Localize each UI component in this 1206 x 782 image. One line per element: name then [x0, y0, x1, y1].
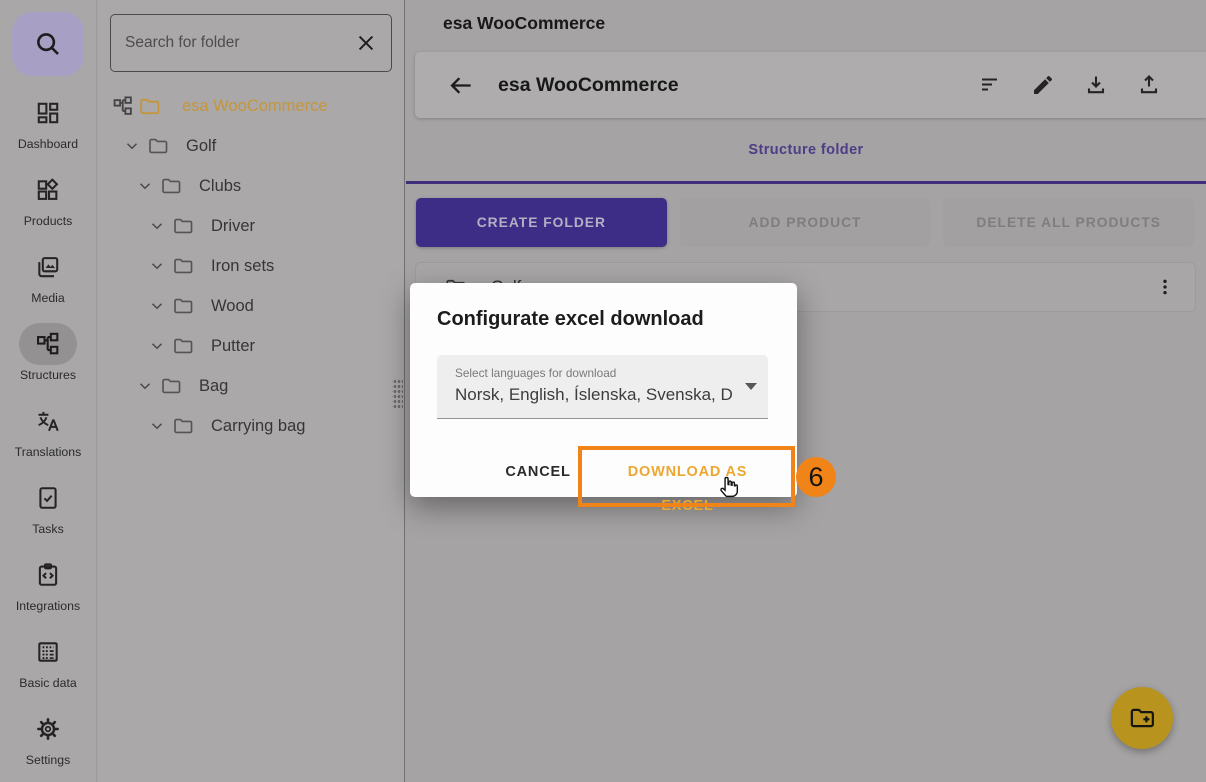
create-folder-fab[interactable]	[1111, 687, 1173, 749]
tree-item[interactable]: Wood	[98, 286, 404, 326]
sidebar-item-translations[interactable]: Translations	[15, 400, 82, 459]
chevron-down-icon[interactable]	[148, 297, 166, 315]
sidebar-item-label: Dashboard	[18, 137, 78, 151]
download-icon[interactable]	[1084, 73, 1108, 97]
folder-icon	[172, 335, 194, 357]
tree-item-label: Driver	[211, 217, 255, 236]
tree-item-label: Bag	[199, 377, 228, 396]
tree-item-label: Carrying bag	[211, 417, 305, 436]
tree-item[interactable]: Carrying bag	[98, 406, 404, 446]
sidebar-item-label: Translations	[15, 445, 82, 459]
tree-item[interactable]: Putter	[98, 326, 404, 366]
sidebar-item-label: Structures	[20, 368, 76, 382]
chevron-down-icon[interactable]	[148, 217, 166, 235]
tree-item-label: Putter	[211, 337, 255, 356]
sidebar-item-label: Settings	[26, 753, 70, 767]
close-icon[interactable]	[355, 32, 377, 54]
tree-item[interactable]: Clubs	[98, 166, 404, 206]
integrations-icon	[35, 562, 61, 588]
chevron-down-icon[interactable]	[148, 337, 166, 355]
sidebar-item-label: Tasks	[32, 522, 63, 536]
folder-search-input[interactable]	[125, 34, 355, 52]
create-folder-button[interactable]: CREATE FOLDER	[416, 198, 667, 247]
language-select[interactable]: Select languages for download Norsk, Eng…	[437, 355, 768, 419]
back-button[interactable]	[447, 72, 474, 99]
sidebar-item-label: Media	[31, 291, 65, 305]
page-title: esa WooCommerce	[443, 13, 605, 34]
folder-icon	[160, 375, 182, 397]
sidebar-item-settings[interactable]: Settings	[19, 708, 77, 767]
structures-icon	[112, 95, 134, 117]
folder-search-box	[110, 14, 392, 72]
delete-all-products-button[interactable]: DELETE ALL PRODUCTS	[943, 198, 1194, 247]
tab-bar: Structure folder	[406, 118, 1206, 181]
structure-toolbar: esa WooCommerce	[415, 52, 1206, 118]
create-folder-icon	[1128, 704, 1156, 732]
sidebar-item-basic-data[interactable]: Basic data	[19, 631, 77, 690]
download-as-excel-button[interactable]: DOWNLOAD AS EXCEL	[600, 455, 775, 489]
action-buttons: CREATE FOLDER ADD PRODUCT DELETE ALL PRO…	[416, 198, 1194, 247]
panel-resize-handle[interactable]	[392, 378, 403, 410]
chevron-down-icon[interactable]	[148, 257, 166, 275]
folder-tree: esa WooCommerce Golf Clubs	[98, 86, 404, 446]
sidebar-item-integrations[interactable]: Integrations	[16, 554, 80, 613]
folder-icon	[172, 255, 194, 277]
tree-item[interactable]: Golf	[98, 126, 404, 166]
app-sidebar: Dashboard Products Media	[0, 0, 97, 782]
sidebar-item-products[interactable]: Products	[19, 169, 77, 228]
tab-structure-folder[interactable]: Structure folder	[748, 142, 863, 158]
chevron-down-icon[interactable]	[136, 377, 154, 395]
annotation-step-badge: 6	[796, 457, 836, 497]
chevron-down-icon[interactable]	[136, 177, 154, 195]
kebab-menu-icon[interactable]	[1151, 271, 1179, 303]
dialog-title: Configurate excel download	[437, 308, 704, 331]
tree-item-root[interactable]: esa WooCommerce	[98, 86, 404, 126]
sidebar-item-label: Products	[24, 214, 73, 228]
structures-icon	[35, 331, 61, 357]
dashboard-icon	[35, 100, 61, 126]
tasks-icon	[35, 485, 61, 511]
tree-item-label: Clubs	[199, 177, 241, 196]
folder-icon	[172, 415, 194, 437]
tab-underline	[406, 181, 1206, 184]
excel-download-dialog: Configurate excel download Select langua…	[410, 283, 797, 497]
settings-icon	[35, 716, 61, 742]
cancel-button[interactable]: CANCEL	[488, 455, 588, 489]
tree-item-label: Wood	[211, 297, 254, 316]
folder-tree-panel: esa WooCommerce Golf Clubs	[98, 0, 405, 782]
search-icon	[33, 29, 63, 59]
sidebar-item-label: Basic data	[19, 676, 76, 690]
global-search-button[interactable]	[12, 12, 84, 76]
chevron-down-icon[interactable]	[148, 417, 166, 435]
edit-icon[interactable]	[1031, 73, 1055, 97]
select-label: Select languages for download	[455, 366, 616, 380]
tree-item[interactable]: Iron sets	[98, 246, 404, 286]
media-icon	[35, 254, 61, 280]
basic-data-icon	[35, 639, 61, 665]
add-product-button[interactable]: ADD PRODUCT	[680, 198, 931, 247]
upload-icon[interactable]	[1137, 73, 1161, 97]
folder-icon	[172, 295, 194, 317]
sidebar-item-structures[interactable]: Structures	[19, 323, 77, 382]
dropdown-caret-icon	[745, 383, 757, 390]
translations-icon	[35, 408, 61, 434]
folder-icon	[160, 175, 182, 197]
products-icon	[35, 177, 61, 203]
folder-icon	[147, 135, 169, 157]
select-value: Norsk, English, Íslenska, Svenska, D	[455, 385, 739, 405]
folder-icon	[138, 95, 161, 118]
sidebar-item-media[interactable]: Media	[19, 246, 77, 305]
tree-item[interactable]: Driver	[98, 206, 404, 246]
tree-item-label: esa WooCommerce	[182, 97, 328, 116]
chevron-down-icon[interactable]	[123, 137, 141, 155]
tree-item[interactable]: Bag	[98, 366, 404, 406]
sidebar-item-dashboard[interactable]: Dashboard	[18, 92, 78, 151]
sort-icon[interactable]	[978, 73, 1002, 97]
tree-item-label: Iron sets	[211, 257, 274, 276]
sidebar-item-label: Integrations	[16, 599, 80, 613]
tree-item-label: Golf	[186, 137, 216, 156]
sidebar-item-tasks[interactable]: Tasks	[19, 477, 77, 536]
structure-title: esa WooCommerce	[498, 74, 679, 97]
folder-icon	[172, 215, 194, 237]
